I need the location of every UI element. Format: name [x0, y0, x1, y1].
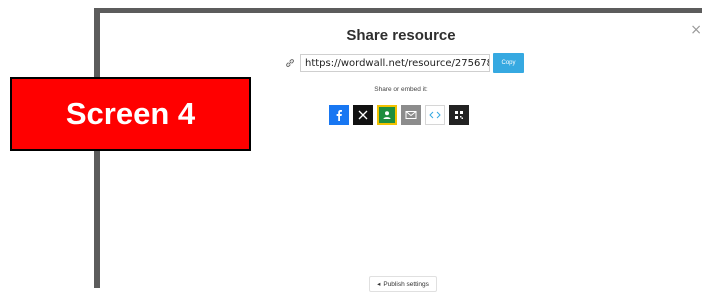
- embed-code-icon[interactable]: [425, 105, 445, 125]
- chevron-left-icon: ◂: [377, 281, 381, 288]
- email-icon[interactable]: [401, 105, 421, 125]
- screen-label-overlay: Screen 4: [10, 77, 251, 151]
- share-url-field[interactable]: https://wordwall.net/resource/27567879: [300, 54, 490, 72]
- dialog-title: Share resource: [346, 27, 456, 44]
- copy-button[interactable]: Copy: [493, 53, 524, 73]
- publish-settings-button[interactable]: ◂ Publish settings: [369, 276, 437, 292]
- url-row: https://wordwall.net/resource/27567879 C…: [284, 53, 524, 73]
- qr-code-icon[interactable]: [449, 105, 469, 125]
- publish-settings-label: Publish settings: [383, 280, 429, 288]
- x-icon[interactable]: [353, 105, 373, 125]
- facebook-icon[interactable]: [329, 105, 349, 125]
- share-icons-row: [329, 105, 469, 125]
- google-classroom-icon[interactable]: [377, 105, 397, 125]
- close-icon[interactable]: ×: [690, 22, 702, 38]
- link-icon: [284, 57, 296, 69]
